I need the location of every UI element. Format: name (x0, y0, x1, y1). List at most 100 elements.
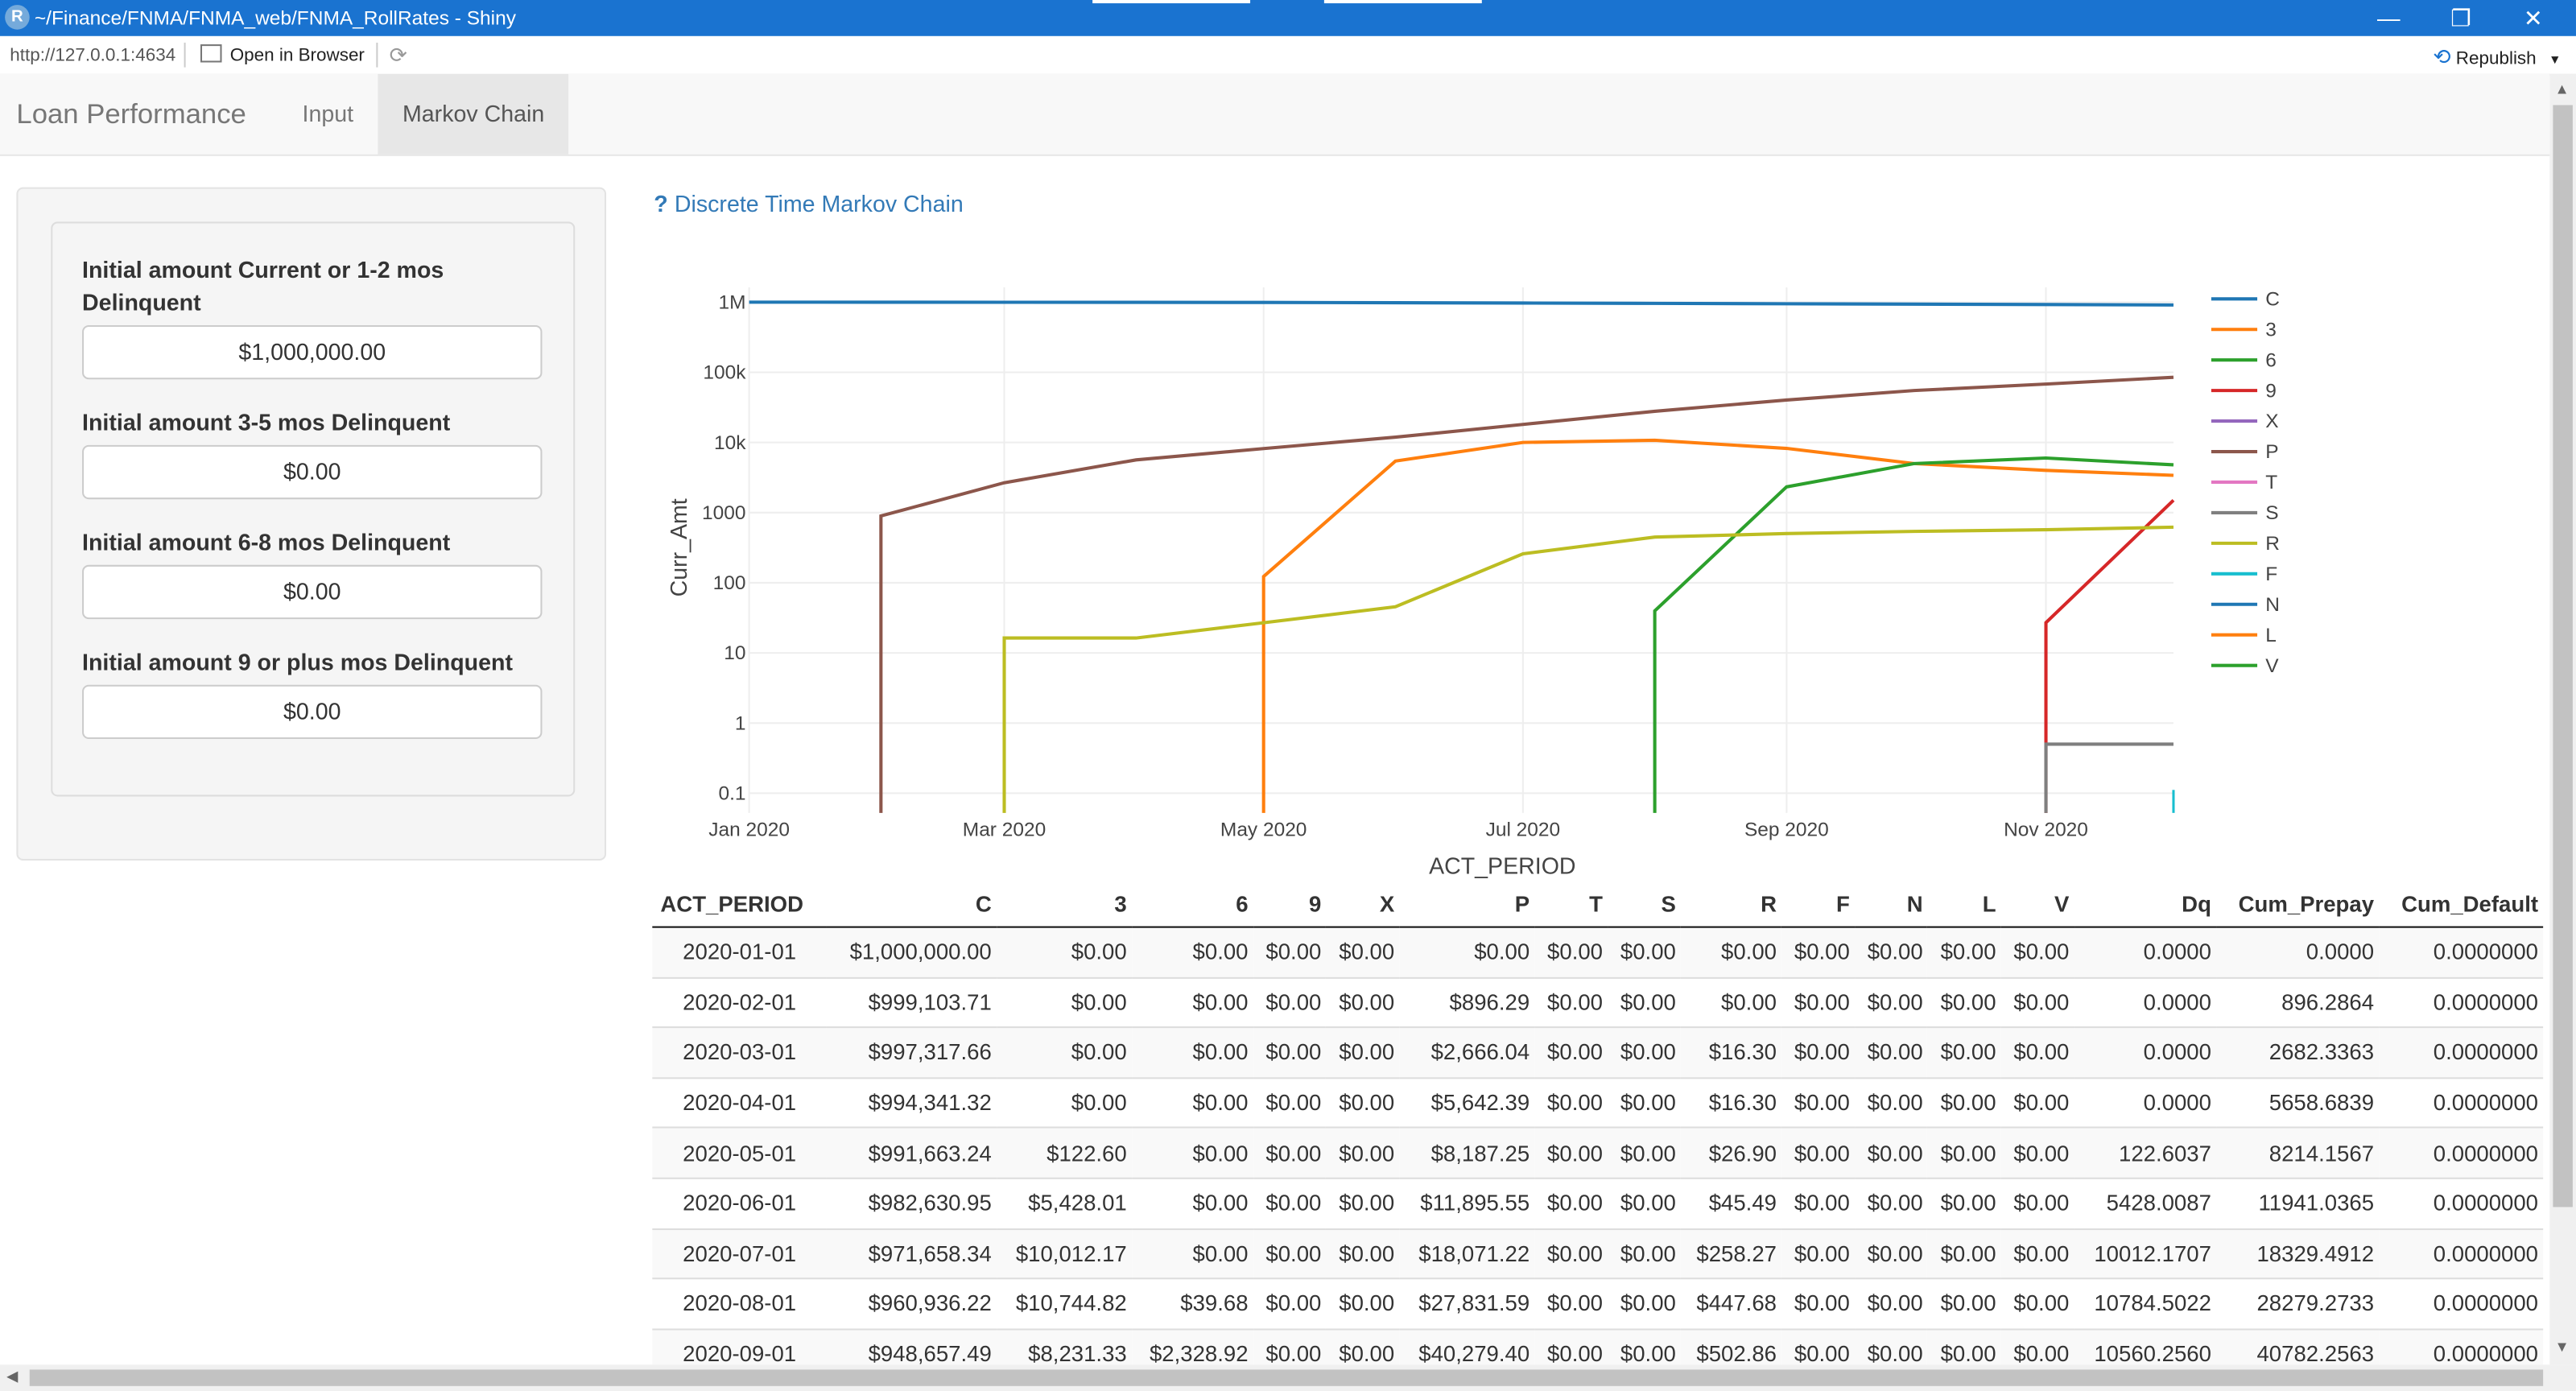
scroll-up-icon[interactable]: ▲ (2554, 80, 2569, 97)
table-cell: $0.00 (2000, 926, 2074, 978)
legend-label: C (2265, 288, 2280, 310)
vertical-scroll-thumb[interactable] (2553, 105, 2573, 1207)
column-header[interactable]: T (1534, 880, 1608, 928)
vertical-scrollbar[interactable]: ▲ ▼ (2549, 73, 2576, 1365)
table-cell: $0.00 (1854, 1228, 1928, 1279)
table-cell: $0.00 (1253, 1177, 1327, 1229)
table-cell: $0.00 (1534, 1327, 1608, 1365)
app-brand: Loan Performance (16, 98, 246, 130)
table-cell: $991,663.24 (827, 1127, 997, 1178)
column-header[interactable]: X (1326, 880, 1400, 928)
column-header[interactable]: C (827, 880, 997, 928)
current-amount-input[interactable]: $1,000,000.00 (82, 324, 543, 380)
navbar: Loan Performance Input Markov Chain (0, 73, 2550, 156)
column-header[interactable]: L (1927, 880, 2001, 928)
table-cell: $27,831.59 (1399, 1277, 1535, 1329)
scroll-left-icon[interactable]: ◀ (6, 1368, 18, 1385)
table-cell: $997,317.66 (827, 1026, 997, 1078)
tab-markov-chain[interactable]: Markov Chain (378, 73, 569, 155)
table-cell: $10,744.82 (996, 1277, 1132, 1329)
table-cell: $0.00 (1608, 1177, 1681, 1229)
table-cell: 40782.2563 (2216, 1327, 2380, 1365)
markov-chain-help-link[interactable]: ? Discrete Time Markov Chain (654, 191, 963, 217)
legend-label: R (2265, 533, 2280, 555)
series-line-9 (2044, 498, 2175, 813)
table-cell: $0.00 (1534, 1228, 1608, 1279)
table-cell: $0.00 (1927, 1228, 2001, 1279)
markov-chain-chart[interactable]: 0.1 1 10 100 1000 10k 100k 1M Jan 2020 Mar 2020 Ma… (654, 246, 2549, 887)
column-header[interactable]: Cum_Prepay (2216, 880, 2380, 928)
minimize-button[interactable]: — (2372, 3, 2405, 33)
column-header[interactable]: N (1854, 880, 1928, 928)
open-in-browser-button[interactable]: Open in Browser (200, 44, 365, 66)
column-header[interactable]: 9 (1253, 880, 1327, 928)
table-row: 2020-06-01 $982,630.95 $5,428.01 $0.00 $0.00… (652, 1177, 2544, 1229)
restore-button[interactable]: ❐ (2445, 3, 2478, 33)
table-cell: $0.00 (1253, 1327, 1327, 1365)
republish-button[interactable]: ⟲ Republish ▾ (2433, 44, 2558, 71)
table-cell: $0.00 (2000, 1327, 2074, 1365)
republish-icon: ⟲ (2433, 44, 2451, 69)
table-cell: $0.00 (1854, 976, 1928, 1028)
x-tick-label: Nov 2020 (2004, 819, 2088, 840)
column-header[interactable]: Dq (2074, 880, 2217, 928)
table-cell: $0.00 (1927, 1026, 2001, 1078)
horizontal-scrollbar[interactable]: ◀ (0, 1364, 2576, 1391)
table-row: 2020-04-01 $994,341.32 $0.00 $0.00 $0.00 $0.0… (652, 1076, 2544, 1129)
table-cell: $0.00 (1927, 926, 2001, 978)
table-cell: $2,328.92 (1131, 1327, 1253, 1365)
table-cell: $948,657.49 (827, 1327, 997, 1365)
dq3-5-amount-input[interactable]: $0.00 (82, 444, 543, 500)
table-cell: $18,071.22 (1399, 1228, 1535, 1279)
table-cell: 0.0000000 (2379, 1277, 2544, 1329)
table-row: 2020-07-01 $971,658.34 $10,012.17 $0.00 $0.0… (652, 1228, 2544, 1279)
close-button[interactable]: ✕ (2517, 3, 2550, 33)
column-header[interactable]: 6 (1131, 880, 1253, 928)
column-header[interactable]: P (1399, 880, 1535, 928)
table-row: 2020-03-01 $997,317.66 $0.00 $0.00 $0.00 $0.0… (652, 1026, 2544, 1078)
column-header[interactable]: 3 (996, 880, 1132, 928)
table-cell: 18329.4912 (2216, 1228, 2380, 1279)
results-table-container: ACT_PERIOD C 3 6 9 X P T S R F N L V Dq Cum_Prepay Cum_D… (652, 880, 2549, 1365)
table-cell: 2682.3363 (2216, 1026, 2380, 1078)
dq6-8-amount-label: Initial amount 6-8 mos Delinquent (82, 528, 451, 555)
column-header[interactable]: ACT_PERIOD (652, 880, 828, 928)
tab-input[interactable]: Input (278, 74, 378, 155)
url-text[interactable]: http://127.0.0.1:4634 (10, 46, 175, 65)
table-cell: $994,341.32 (827, 1076, 997, 1129)
x-tick-label: Jan 2020 (708, 819, 790, 840)
table-cell: $0.00 (1927, 1076, 2001, 1129)
table-cell: $0.00 (1131, 1228, 1253, 1279)
column-header[interactable]: S (1608, 880, 1681, 928)
table-cell: $0.00 (1534, 976, 1608, 1028)
legend-label: 6 (2265, 349, 2277, 371)
table-cell: $0.00 (1608, 1026, 1681, 1078)
table-cell: $0.00 (1131, 1177, 1253, 1229)
table-cell: 896.2864 (2216, 976, 2380, 1028)
scroll-down-icon[interactable]: ▼ (2554, 1339, 2569, 1355)
column-header[interactable]: F (1781, 880, 1855, 928)
table-cell: $0.00 (1854, 1127, 1928, 1178)
refresh-icon[interactable]: ⟳ (390, 43, 407, 69)
chevron-down-icon[interactable]: ▾ (2551, 51, 2558, 67)
table-cell: $0.00 (1781, 1026, 1855, 1078)
table-cell: 0.0000000 (2379, 1327, 2544, 1365)
republish-label: Republish (2455, 49, 2537, 69)
dq9plus-amount-input[interactable]: $0.00 (82, 684, 543, 740)
table-cell: $0.00 (1927, 976, 2001, 1028)
table-cell: 0.0000000 (2379, 1127, 2544, 1178)
table-cell: $0.00 (1253, 1026, 1327, 1078)
horizontal-scroll-thumb[interactable] (29, 1369, 2544, 1386)
column-header[interactable]: Cum_Default (2379, 880, 2544, 928)
dq6-8-amount-input[interactable]: $0.00 (82, 564, 543, 620)
table-cell: 5658.6839 (2216, 1076, 2380, 1129)
table-cell: $502.86 (1680, 1327, 1782, 1365)
y-tick-label: 1000 (702, 502, 745, 524)
column-header[interactable]: V (2000, 880, 2074, 928)
y-tick-label: 100k (703, 362, 746, 384)
table-cell: $10,012.17 (996, 1228, 1132, 1279)
table-cell: $0.00 (1534, 1177, 1608, 1229)
column-header[interactable]: R (1680, 880, 1782, 928)
table-cell: $0.00 (1253, 926, 1327, 978)
table-row: 2020-08-01 $960,936.22 $10,744.82 $39.68 $0.… (652, 1277, 2544, 1329)
